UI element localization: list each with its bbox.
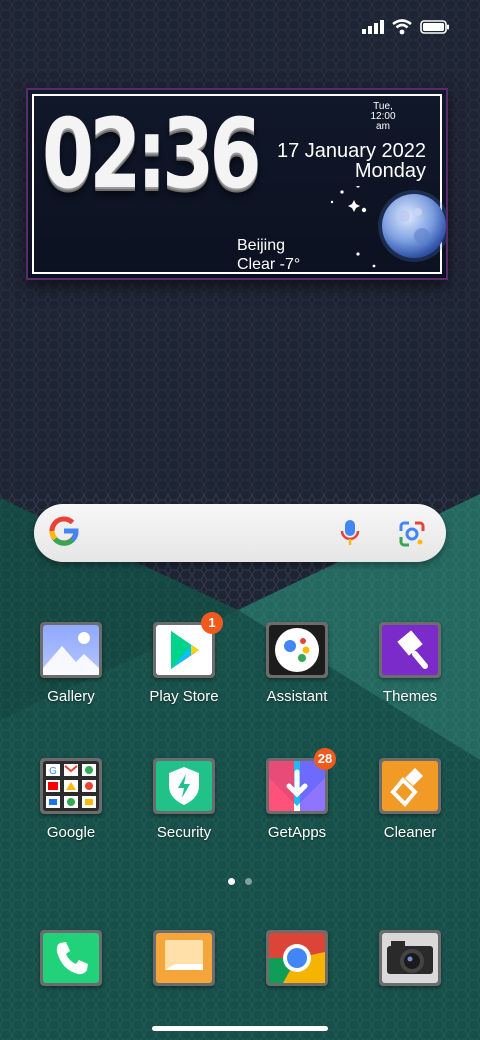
clock-weather-widget[interactable]: 02:36 Tue, 12:00 am 17 January 2022 Mond… xyxy=(26,88,448,280)
gallery-icon xyxy=(40,622,102,678)
app-assistant[interactable]: Assistant xyxy=(247,622,347,705)
widget-frame: 02:36 Tue, 12:00 am 17 January 2022 Mond… xyxy=(32,94,446,274)
widget-weekday: Monday xyxy=(354,160,426,182)
notification-badge: 28 xyxy=(314,748,336,770)
app-label: Cleaner xyxy=(383,824,437,841)
app-security[interactable]: Security xyxy=(134,758,234,841)
chrome-icon xyxy=(266,930,328,986)
dock-camera[interactable] xyxy=(360,930,460,986)
page-dot[interactable] xyxy=(245,878,252,885)
home-indicator[interactable] xyxy=(152,1026,328,1031)
app-cleaner[interactable]: Cleaner xyxy=(360,758,460,841)
dock-phone[interactable] xyxy=(21,930,121,986)
wifi-icon xyxy=(392,19,412,35)
clock-time[interactable]: 02:36 xyxy=(42,106,262,202)
google-search-bar[interactable] xyxy=(34,504,446,562)
mic-icon[interactable] xyxy=(338,518,362,548)
page-dot-active[interactable] xyxy=(228,878,235,885)
dock-chrome[interactable] xyxy=(247,930,347,986)
app-label: Gallery xyxy=(47,688,95,705)
alarm-ampm: am xyxy=(376,121,390,132)
camera-icon xyxy=(379,930,441,986)
app-label: Security xyxy=(156,824,212,841)
themes-icon xyxy=(379,622,441,678)
page-indicator[interactable] xyxy=(0,878,480,885)
google-folder-icon: G xyxy=(40,758,102,814)
app-google-folder[interactable]: G Google xyxy=(21,758,121,841)
notification-badge: 1 xyxy=(201,612,223,634)
status-bar xyxy=(362,14,450,40)
lens-icon[interactable] xyxy=(398,520,426,548)
google-logo-icon xyxy=(49,516,79,546)
weather-city: Beijing xyxy=(237,237,286,254)
app-themes[interactable]: Themes xyxy=(360,622,460,705)
dock-messages[interactable] xyxy=(134,930,234,986)
app-label: Assistant xyxy=(266,688,328,705)
app-gallery[interactable]: Gallery xyxy=(21,622,121,705)
battery-icon xyxy=(420,20,449,34)
app-label: GetApps xyxy=(267,824,327,841)
next-alarm[interactable]: Tue, 12:00 am xyxy=(368,102,398,132)
assistant-icon xyxy=(266,622,328,678)
svg-text:G: G xyxy=(49,766,57,777)
phone-icon xyxy=(40,930,102,986)
app-play-store[interactable]: 1 Play Store xyxy=(134,612,234,705)
cleaner-icon xyxy=(379,758,441,814)
app-label: Google xyxy=(46,824,96,841)
signal-icon xyxy=(362,20,384,34)
security-icon xyxy=(153,758,215,814)
messages-icon xyxy=(153,930,215,986)
weather-condition[interactable]: Clear -7° xyxy=(237,256,300,274)
moon-icon xyxy=(330,186,446,268)
app-label: Play Store xyxy=(149,688,219,705)
app-label: Themes xyxy=(382,688,438,705)
app-getapps[interactable]: 28 GetApps xyxy=(247,748,347,841)
